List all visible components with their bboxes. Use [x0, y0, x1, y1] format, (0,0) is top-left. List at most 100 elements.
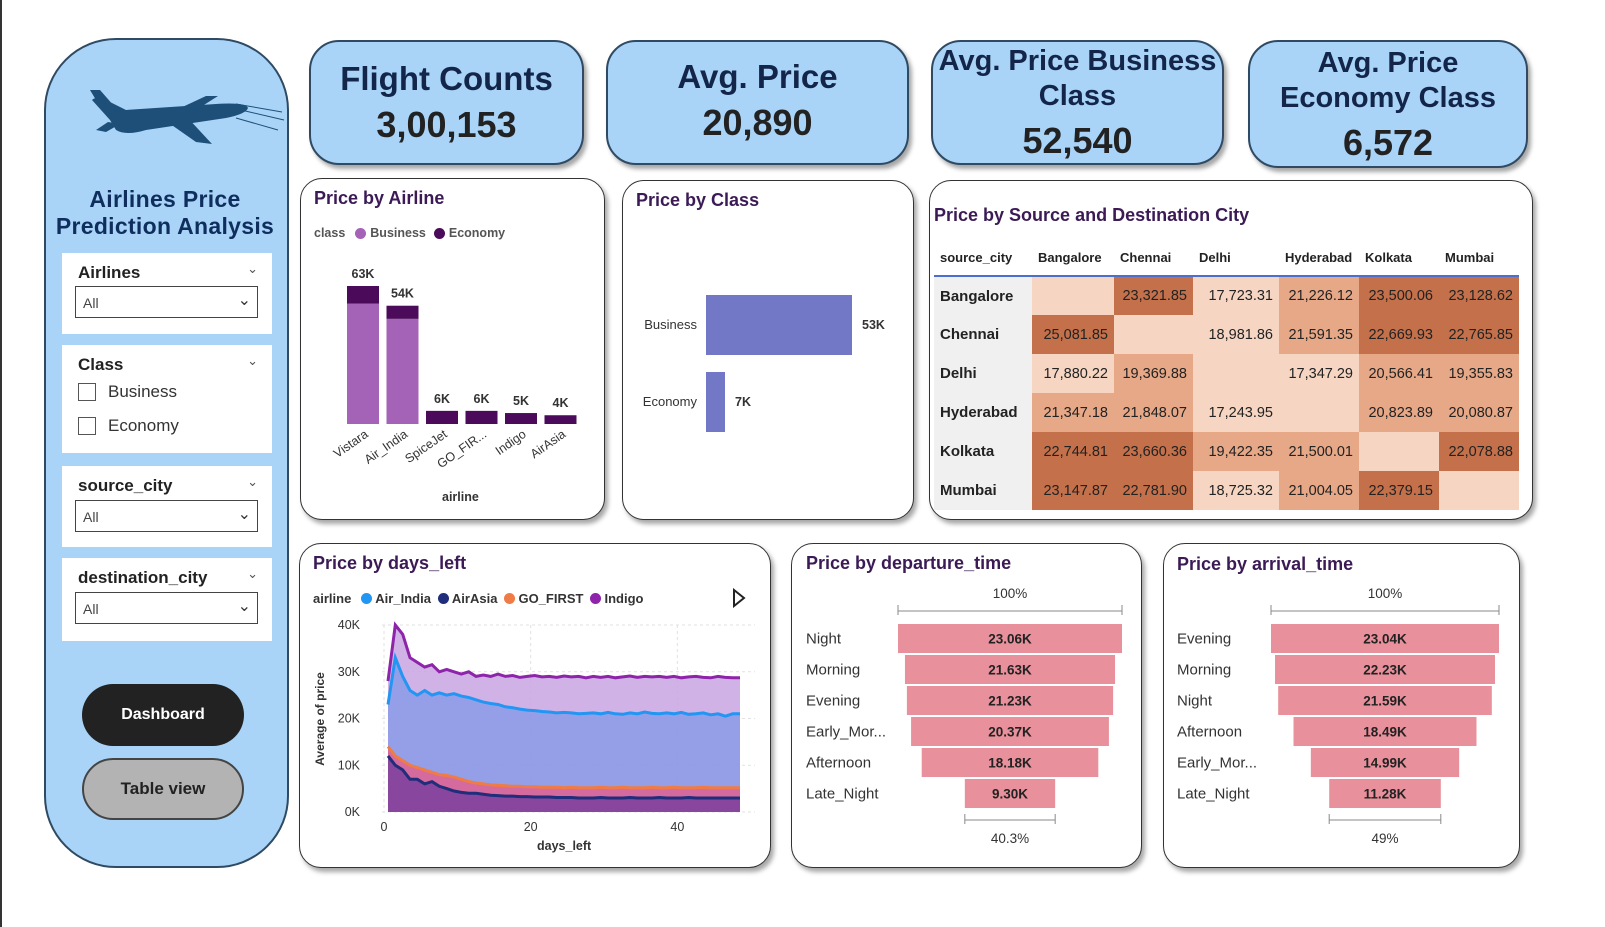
x-tick-label: AirAsia — [528, 427, 569, 461]
bar-economy[interactable] — [465, 410, 498, 424]
bar-economy[interactable] — [347, 286, 379, 304]
matrix-cell: 23,128.62 — [1439, 275, 1519, 315]
kpi-avg-business-label: Avg. Price Business Class — [933, 44, 1222, 114]
kpi-avg-business-value: 52,540 — [1022, 120, 1133, 161]
matrix-row[interactable]: Mumbai 23,147.87 22,781.90 18,725.32 21,004.… — [934, 471, 1519, 510]
matrix-cell — [1193, 354, 1279, 393]
bar-economy[interactable] — [426, 410, 458, 424]
matrix-column-header: Kolkata — [1365, 250, 1412, 265]
matrix-row[interactable]: Bangalore 23,321.85 17,723.31 21,226.12 23,5… — [934, 275, 1519, 315]
class-bar[interactable] — [706, 295, 852, 355]
y-tick-label: 20K — [338, 712, 361, 726]
funnel-category-label: Late_Night — [806, 786, 879, 803]
days-left-x-axis-title: days_left — [537, 839, 592, 853]
chevron-down-icon: ⌄ — [237, 598, 251, 615]
class-option-economy[interactable]: Economy — [78, 415, 179, 437]
app-title: Airlines Price Prediction Analysis — [40, 186, 290, 240]
departure-funnel-chart: 100% 23.06K Night 21.63K Morning 21.23K Evenin… — [806, 586, 1123, 846]
collapse-chevron-icon[interactable]: ⌄ — [247, 566, 258, 582]
legend-title: class — [314, 226, 346, 240]
matrix-row[interactable]: Kolkata 22,744.81 23,660.36 19,422.35 21,500… — [934, 432, 1519, 471]
matrix-cell — [1032, 275, 1114, 315]
bar-total-label: 54K — [391, 287, 414, 301]
matrix-row[interactable]: Chennai 25,081.85 18,981.86 21,591.35 22,669… — [934, 315, 1519, 354]
funnel-bottom-percent: 40.3% — [991, 831, 1029, 846]
bar-economy[interactable] — [386, 305, 419, 319]
collapse-chevron-icon[interactable]: ⌄ — [247, 261, 258, 277]
airlines-dropdown[interactable]: All ⌄ — [75, 286, 258, 318]
matrix-cell: 19,369.88 — [1114, 354, 1193, 393]
x-tick-label: 20 — [524, 820, 538, 834]
legend-title: airline — [313, 591, 352, 606]
funnel-category-label: Morning — [1177, 662, 1231, 679]
class-option-business[interactable]: Business — [78, 381, 177, 403]
y-tick-label: 40K — [338, 618, 361, 632]
matrix-column-header: Delhi — [1199, 250, 1231, 265]
class-option-economy-label: Economy — [108, 416, 179, 435]
bar-economy[interactable] — [544, 415, 577, 424]
legend-item-airasia: AirAsia — [451, 591, 498, 606]
collapse-chevron-icon[interactable]: ⌄ — [247, 353, 258, 369]
funnel-bottom-percent: 49% — [1371, 831, 1398, 846]
kpi-flight-counts-value: 3,00,153 — [376, 104, 517, 145]
matrix-row[interactable]: Hyderabad 21,347.18 21,848.07 17,243.95 20,8… — [934, 393, 1519, 432]
line-indigo[interactable] — [386, 621, 740, 682]
class-option-business-label: Business — [108, 382, 177, 401]
app-title-line2: Prediction Analysis — [55, 213, 275, 239]
price-by-days-left-title: Price by days_left — [313, 553, 467, 573]
matrix-row[interactable]: Delhi 17,880.22 19,369.88 17,347.29 20,566.4… — [934, 354, 1519, 393]
class-bar[interactable] — [706, 372, 725, 432]
airlines-dropdown-value: All — [83, 295, 99, 311]
kpi-avg-economy-label-line1: Avg. Price — [1317, 47, 1459, 79]
legend-item-indigo: Indigo — [604, 591, 644, 606]
legend-dot-air-india — [361, 593, 373, 604]
matrix-row-header: Mumbai — [934, 471, 1032, 510]
matrix-cell: 22,744.81 — [1032, 432, 1114, 471]
bar-total-label: 5K — [513, 394, 529, 408]
bar-business[interactable] — [347, 303, 379, 424]
bar-value-label: 53K — [862, 318, 885, 332]
checkbox[interactable] — [78, 417, 96, 435]
legend-item-economy: Economy — [448, 226, 506, 240]
matrix-cell: 22,379.15 — [1359, 471, 1439, 510]
matrix-cell: 21,591.35 — [1279, 315, 1359, 354]
dashboard-button[interactable]: Dashboard — [82, 684, 244, 746]
checkbox[interactable] — [78, 383, 96, 401]
kpi-avg-business: Avg. Price Business Class 52,540 — [931, 40, 1224, 165]
matrix-cell: 19,355.83 — [1439, 354, 1519, 393]
kpi-avg-business-label-line1: Avg. Price Business — [938, 45, 1217, 77]
collapse-chevron-icon[interactable]: ⌄ — [247, 474, 258, 490]
matrix-cell: 23,321.85 — [1114, 275, 1193, 315]
bar-economy[interactable] — [505, 413, 537, 424]
source-city-slicer-label: source_city — [78, 476, 173, 495]
kpi-flight-counts: Flight Counts 3,00,153 — [309, 40, 584, 165]
matrix-cell: 22,669.93 — [1359, 315, 1439, 354]
airlines-slicer: Airlines ⌄ All ⌄ — [62, 253, 272, 334]
bar-business[interactable] — [386, 318, 419, 424]
price-by-city-title: Price by Source and Destination City — [934, 205, 1250, 225]
bar-value-label: 7K — [735, 395, 751, 409]
class-slicer: Class ⌄ Business Economy — [62, 345, 272, 453]
funnel-category-label: Early_Mor... — [1177, 755, 1257, 772]
destination-city-dropdown[interactable]: All ⌄ — [75, 592, 258, 624]
funnel-category-label: Evening — [806, 693, 860, 710]
kpi-avg-price-label: Avg. Price — [677, 58, 838, 95]
funnel-bar-label: 18.18K — [988, 756, 1032, 771]
x-tick-label: 0 — [381, 820, 388, 834]
legend-dot-economy — [433, 227, 445, 239]
funnel-bar-label: 20.37K — [988, 725, 1032, 740]
source-city-dropdown[interactable]: All ⌄ — [75, 500, 258, 532]
legend-next-arrow-icon[interactable] — [732, 588, 746, 608]
matrix-cell: 20,823.89 — [1359, 393, 1439, 432]
matrix-cell: 25,081.85 — [1032, 315, 1114, 354]
table-view-button[interactable]: Table view — [82, 758, 244, 820]
matrix-cell: 17,880.22 — [1032, 354, 1114, 393]
days-left-y-axis-title: Average of price — [313, 672, 327, 766]
legend-item-business: Business — [370, 226, 426, 240]
funnel-bar-label: 9.30K — [992, 787, 1028, 802]
price-by-arrival-title: Price by arrival_time — [1177, 554, 1354, 574]
funnel-bar-label: 22.23K — [1363, 663, 1407, 678]
matrix-column-header: Bangalore — [1038, 250, 1102, 265]
legend-dot-business — [355, 227, 367, 239]
matrix-cell: 20,566.41 — [1359, 354, 1439, 393]
